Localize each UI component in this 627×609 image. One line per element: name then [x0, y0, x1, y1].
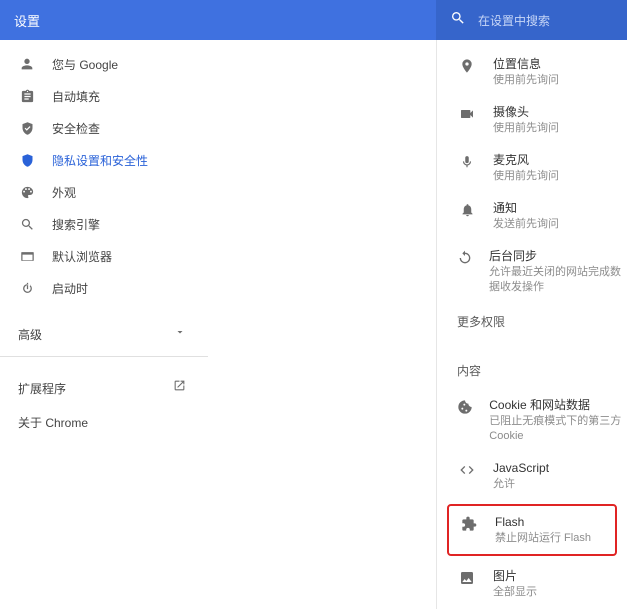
row-subtitle: 使用前先询问 [493, 169, 559, 184]
cookie-icon [457, 397, 473, 415]
row-title: 位置信息 [493, 56, 559, 72]
palette-icon [18, 185, 36, 200]
sidebar-item-you-and-google[interactable]: 您与 Google [0, 48, 208, 80]
sidebar-item-label: 隐私设置和安全性 [52, 152, 148, 169]
about-label: 关于 Chrome [18, 414, 88, 431]
sidebar-item-on-startup[interactable]: 启动时 [0, 272, 208, 304]
permission-row-microphone[interactable]: 麦克风 使用前先询问 [443, 144, 627, 192]
sidebar-item-label: 搜索引擎 [52, 216, 100, 233]
row-title: 后台同步 [489, 248, 627, 264]
sidebar-item-privacy[interactable]: 隐私设置和安全性 [0, 144, 208, 176]
app-header: 设置 在设置中搜索 [0, 0, 627, 40]
row-subtitle: 使用前先询问 [493, 121, 559, 136]
sidebar-item-safety-check[interactable]: 安全检查 [0, 112, 208, 144]
code-icon [457, 460, 477, 478]
permission-row-location[interactable]: 位置信息 使用前先询问 [443, 48, 627, 96]
row-title: 图片 [493, 568, 537, 584]
shield-icon [18, 153, 36, 168]
layout-spacer [208, 40, 436, 609]
sidebar-item-label: 外观 [52, 184, 76, 201]
row-title: Flash [495, 514, 591, 530]
sidebar-item-search-engine[interactable]: 搜索引擎 [0, 208, 208, 240]
row-subtitle: 已阻止无痕模式下的第三方 Cookie [489, 414, 627, 444]
sidebar-item-label: 安全检查 [52, 120, 100, 137]
sidebar-item-label: 您与 Google [52, 56, 118, 73]
location-icon [457, 56, 477, 74]
sidebar-advanced-toggle[interactable]: 高级 [0, 316, 208, 352]
search-icon [450, 10, 466, 31]
search-icon [18, 217, 36, 232]
shield-check-icon [18, 121, 36, 136]
search-placeholder: 在设置中搜索 [478, 12, 550, 29]
permission-row-background-sync[interactable]: 后台同步 允许最近关闭的网站完成数据收发操作 [443, 240, 627, 303]
sync-icon [457, 248, 473, 266]
permission-row-camera[interactable]: 摄像头 使用前先询问 [443, 96, 627, 144]
content-row-flash[interactable]: Flash 禁止网站运行 Flash [449, 506, 615, 554]
settings-search[interactable]: 在设置中搜索 [436, 0, 627, 40]
camera-icon [457, 104, 477, 122]
person-icon [18, 56, 36, 72]
sidebar-item-autofill[interactable]: 自动填充 [0, 80, 208, 112]
sidebar-item-label: 自动填充 [52, 88, 100, 105]
app-title: 设置 [14, 11, 40, 30]
header-left: 设置 [0, 11, 436, 30]
clipboard-icon [18, 89, 36, 104]
advanced-label: 高级 [18, 326, 42, 343]
content-row-javascript[interactable]: JavaScript 允许 [443, 452, 627, 500]
sidebar-divider [0, 356, 208, 357]
sidebar-item-extensions[interactable]: 扩展程序 [0, 371, 208, 405]
row-title: JavaScript [493, 460, 549, 476]
extension-icon [459, 514, 479, 532]
power-icon [18, 281, 36, 296]
sidebar-item-appearance[interactable]: 外观 [0, 176, 208, 208]
row-subtitle: 发送前先询问 [493, 217, 559, 232]
row-title: 摄像头 [493, 104, 559, 120]
settings-detail-panel: 位置信息 使用前先询问 摄像头 使用前先询问 麦克风 [436, 40, 627, 609]
chevron-down-icon [174, 325, 186, 343]
row-title: 麦克风 [493, 152, 559, 168]
more-permissions-link[interactable]: 更多权限 [443, 303, 627, 340]
extensions-label: 扩展程序 [18, 380, 66, 397]
row-subtitle: 禁止网站运行 Flash [495, 531, 591, 546]
row-title: 通知 [493, 200, 559, 216]
content-row-cookies[interactable]: Cookie 和网站数据 已阻止无痕模式下的第三方 Cookie [443, 389, 627, 452]
row-subtitle: 允许最近关闭的网站完成数据收发操作 [489, 265, 627, 295]
content-section-heading: 内容 [443, 352, 627, 389]
microphone-icon [457, 152, 477, 170]
sidebar-item-about[interactable]: 关于 Chrome [0, 405, 208, 439]
row-title: Cookie 和网站数据 [489, 397, 627, 413]
permission-row-notifications[interactable]: 通知 发送前先询问 [443, 192, 627, 240]
content-row-images[interactable]: 图片 全部显示 [443, 560, 627, 608]
row-subtitle: 全部显示 [493, 585, 537, 600]
flash-highlight-box: Flash 禁止网站运行 Flash [447, 504, 617, 556]
sidebar-item-label: 默认浏览器 [52, 248, 112, 265]
row-subtitle: 允许 [493, 477, 549, 492]
open-in-new-icon [173, 379, 186, 397]
browser-icon [18, 249, 36, 264]
settings-sidebar: 您与 Google 自动填充 安全检查 隐私设置和安全性 外观 [0, 40, 208, 609]
sidebar-item-label: 启动时 [52, 280, 88, 297]
sidebar-item-default-browser[interactable]: 默认浏览器 [0, 240, 208, 272]
row-subtitle: 使用前先询问 [493, 73, 559, 88]
bell-icon [457, 200, 477, 218]
image-icon [457, 568, 477, 586]
